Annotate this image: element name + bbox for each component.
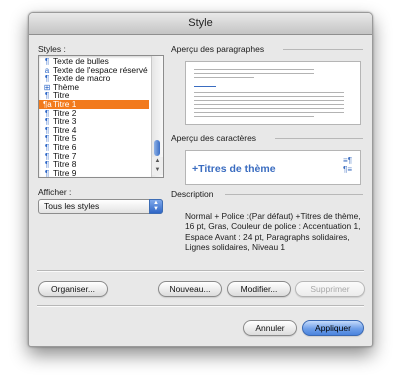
styles-list[interactable]: ¶ Texte de bulles a Texte de l'espace réser… [38,55,164,178]
preview-line [194,69,314,70]
preview-line [194,73,314,74]
paragraph-preview [185,61,361,125]
scroll-thumb[interactable] [154,140,160,156]
preview-line [194,100,344,101]
delete-button[interactable]: Supprimer [295,281,365,297]
apply-button[interactable]: Appliquer [302,320,364,336]
divider [37,305,364,307]
divider [37,270,364,272]
preview-heading-line [194,86,216,87]
window-title: Style [29,13,372,35]
updown-chevron-icon: ▲ ▼ [149,199,163,214]
organize-button[interactable]: Organiser... [38,281,108,297]
scroll-up-arrow-icon[interactable]: ▲ [152,157,163,166]
styles-label: Styles : [38,44,66,54]
new-button[interactable]: Nouveau... [158,281,222,297]
description-label: Description [171,189,214,199]
style-list-item[interactable]: ¶ Titre 9 [39,167,149,178]
cancel-button[interactable]: Annuler [243,320,297,336]
preview-line [194,108,344,109]
preview-line [194,92,344,93]
section-divider [275,138,363,139]
character-preview-label: Aperçu des caractères [171,133,257,143]
paragraph-preview-label: Aperçu des paragraphes [171,44,265,54]
preview-line [194,104,344,105]
styles-scrollbar[interactable]: ▲ ▼ [151,56,163,177]
preview-line [194,96,344,97]
show-select-value: Tous les styles [44,201,100,211]
preview-line [194,116,314,117]
section-divider [225,194,363,195]
section-divider [283,49,363,50]
preview-line [194,112,344,113]
preview-line [194,77,254,78]
paragraph-style-icon: ¶ [44,168,50,178]
style-dialog: Style Styles : ¶ Texte de bulles a Texte de… [28,12,373,347]
paragraph-marks-icon: ≡¶ ¶≡ [343,156,352,174]
description-text: Normal + Police :(Par défaut) +Titres de… [185,211,361,253]
scroll-down-arrow-icon[interactable]: ▼ [152,166,163,175]
character-preview: +Titres de thème ≡¶ ¶≡ [185,150,361,185]
character-preview-text: +Titres de thème [192,163,276,175]
modify-button[interactable]: Modifier... [227,281,291,297]
style-list-item-label: Titre 9 [53,167,77,178]
show-select[interactable]: Tous les styles ▲ ▼ [38,199,163,214]
show-label: Afficher : [38,187,72,197]
